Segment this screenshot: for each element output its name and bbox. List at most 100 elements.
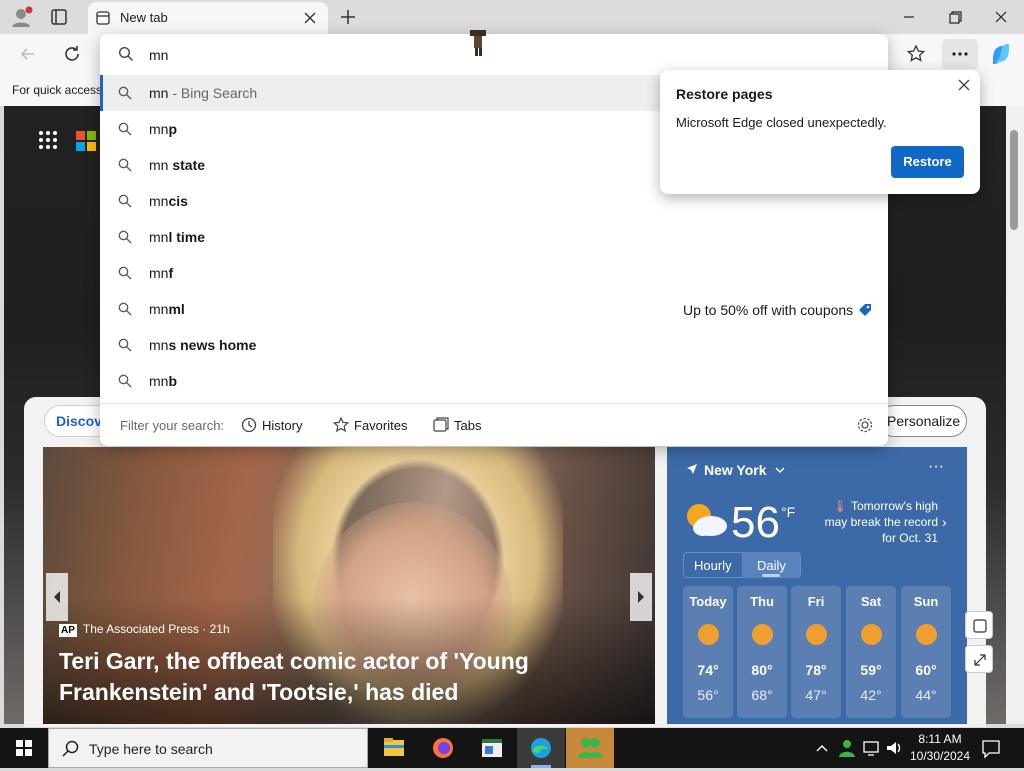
chevron-down-icon: [775, 467, 785, 474]
volume-icon[interactable]: [884, 738, 904, 758]
weather-unit[interactable]: °F: [781, 504, 795, 520]
search-icon: [118, 302, 132, 316]
new-tab-button[interactable]: [336, 5, 360, 29]
restore-window-button[interactable]: [932, 0, 978, 34]
partly-cloudy-icon: [683, 500, 729, 540]
forecast-day[interactable]: Sun 60° 44°: [901, 586, 951, 718]
forecast-day[interactable]: Sat 59° 42°: [846, 586, 896, 718]
scrollbar-thumb[interactable]: [1010, 130, 1018, 230]
coupon-offer[interactable]: Up to 50% off with coupons: [683, 302, 873, 318]
filter-tabs[interactable]: Tabs: [432, 416, 481, 434]
thermometer-icon: 🌡: [832, 499, 851, 513]
search-icon: [118, 86, 132, 100]
sun-icon: [916, 624, 937, 645]
search-icon: [118, 122, 132, 136]
file-explorer-icon[interactable]: [370, 728, 418, 768]
forecast-day[interactable]: Fri 78° 47°: [791, 586, 841, 718]
gear-icon[interactable]: [856, 416, 874, 434]
refresh-icon[interactable]: [60, 42, 84, 66]
favorites-star-icon[interactable]: [904, 42, 928, 66]
tabs-icon: [433, 417, 449, 432]
news-source-text: The Associated Press · 21h: [82, 622, 230, 636]
address-bar[interactable]: [100, 36, 888, 74]
hero-prev-button[interactable]: [46, 573, 68, 621]
edge-icon[interactable]: [517, 728, 565, 768]
profile-icon[interactable]: [8, 5, 34, 29]
microsoft-logo-icon: [76, 131, 96, 151]
tab-daily-label: Daily: [757, 558, 786, 573]
search-icon: [62, 740, 79, 757]
hero-next-button[interactable]: [630, 573, 652, 621]
suggestion-item[interactable]: mnf: [100, 255, 888, 291]
search-icon: [118, 46, 134, 62]
address-bar-text[interactable]: mn: [149, 47, 168, 63]
users-tray-icon[interactable]: [837, 738, 857, 758]
chevron-right-icon[interactable]: ›: [942, 514, 947, 530]
news-headline[interactable]: Teri Garr, the offbeat comic actor of 'Y…: [59, 646, 579, 708]
taskbar-search-placeholder: Type here to search: [89, 741, 213, 757]
filter-favorites[interactable]: Favorites: [332, 416, 407, 434]
filter-label: Filter your search:: [120, 418, 225, 433]
tab-hourly[interactable]: Hourly: [694, 558, 732, 573]
tab-new-tab[interactable]: New tab: [88, 2, 328, 34]
settings-more-icon[interactable]: [942, 39, 978, 69]
history-icon: [241, 417, 257, 433]
search-icon: [118, 374, 132, 388]
suggestion-item[interactable]: mns news home: [100, 327, 888, 363]
search-icon: [118, 158, 132, 172]
clock-time: 8:11 AM: [918, 732, 962, 746]
forecast-day[interactable]: Thu 80° 68°: [737, 586, 787, 718]
weather-alert[interactable]: 🌡 Tomorrow's high may break the record f…: [818, 498, 938, 546]
weather-location[interactable]: New York: [686, 462, 786, 478]
sun-icon: [861, 624, 882, 645]
minimize-button[interactable]: [886, 0, 932, 34]
news-source: AP The Associated Press · 21h: [59, 622, 230, 637]
weather-location-text: New York: [704, 462, 767, 478]
forecast-day[interactable]: Today 74° 56°: [683, 586, 733, 718]
chevron-up-icon[interactable]: [814, 740, 830, 756]
discover-label: Discov: [56, 413, 102, 429]
image-info-icon[interactable]: [965, 611, 993, 639]
filter-history[interactable]: History: [240, 416, 302, 434]
taskbar-search-box[interactable]: Type here to search: [48, 728, 368, 768]
search-icon: [118, 230, 132, 244]
restore-button[interactable]: Restore: [891, 146, 964, 178]
close-window-button[interactable]: [978, 0, 1024, 34]
close-icon[interactable]: [954, 75, 974, 95]
tab-daily[interactable]: Daily: [742, 552, 800, 578]
weather-more-icon[interactable]: ···: [928, 458, 944, 476]
restore-message: Microsoft Edge closed unexpectedly.: [676, 115, 887, 130]
tab-actions-icon[interactable]: [46, 5, 72, 29]
back-icon[interactable]: [16, 42, 40, 66]
filter-divider: [100, 403, 888, 404]
notification-icon[interactable]: [980, 738, 1002, 760]
coupon-offer-text: Up to 50% off with coupons: [683, 302, 854, 318]
expand-icon[interactable]: [965, 645, 993, 673]
users-app-icon[interactable]: [566, 728, 614, 768]
network-icon[interactable]: [862, 738, 882, 758]
close-tab-icon[interactable]: [300, 8, 320, 28]
new-tab-icon: [96, 11, 110, 25]
firefox-icon[interactable]: [419, 728, 467, 768]
partly-cloudy-icon: [806, 624, 827, 645]
location-arrow-icon: [687, 464, 697, 474]
ap-logo-badge: AP: [59, 624, 77, 637]
suggestion-item[interactable]: mnl time: [100, 219, 888, 255]
copilot-icon[interactable]: [988, 41, 1014, 67]
search-icon: [118, 194, 132, 208]
personalize-button[interactable]: Personalize: [878, 405, 967, 437]
tab-daily-indicator: [762, 574, 780, 577]
suggestion-item[interactable]: mnb: [100, 363, 888, 399]
clock-date: 10/30/2024: [909, 749, 971, 763]
document-app-icon[interactable]: [468, 728, 516, 768]
favorites-bar-text: For quick access: [12, 83, 103, 97]
search-icon: [118, 338, 132, 352]
star-icon: [332, 416, 350, 433]
sun-icon: [752, 624, 773, 645]
clock[interactable]: 8:11 AM 10/30/2024: [908, 731, 972, 765]
start-button[interactable]: [0, 728, 48, 768]
apps-grid-icon[interactable]: [38, 130, 58, 150]
sun-icon: [698, 624, 719, 645]
search-icon: [118, 266, 132, 280]
tag-icon: [859, 304, 872, 316]
